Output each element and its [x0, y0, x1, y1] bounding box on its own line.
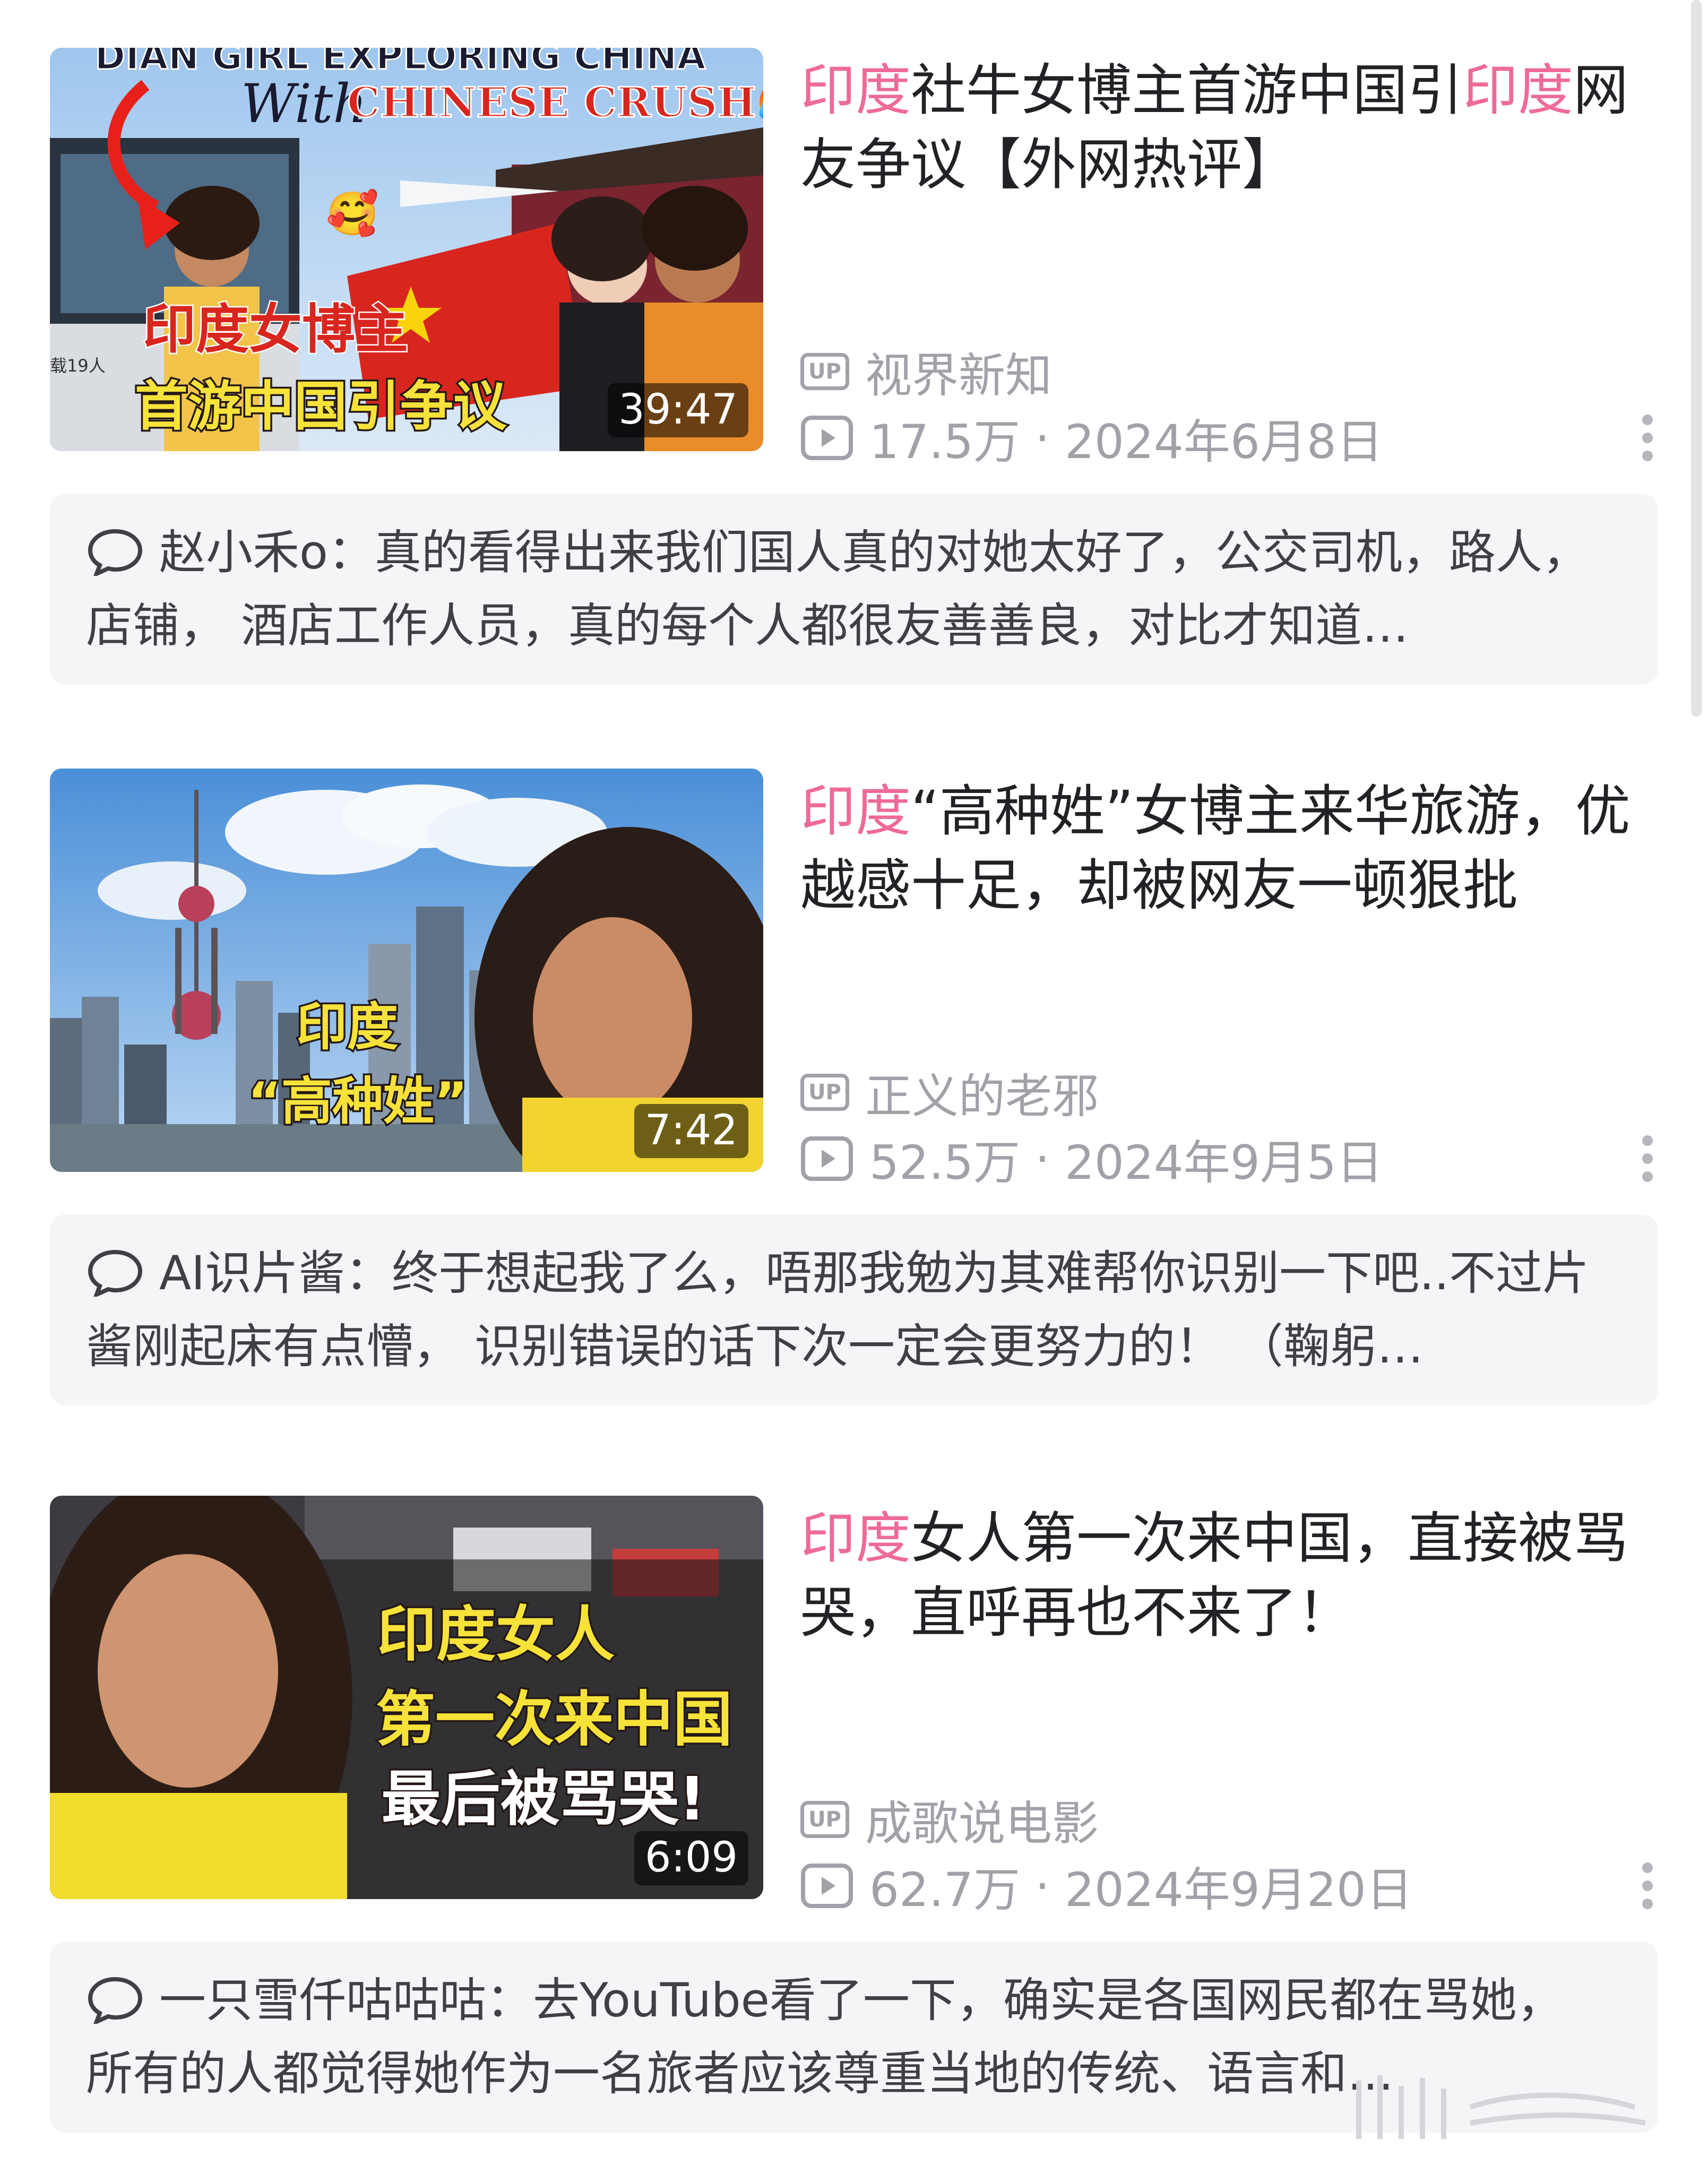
- thumbnail-overlay-line1: 印度女人: [377, 1600, 615, 1669]
- more-options-icon[interactable]: [1637, 1129, 1658, 1188]
- separator: ·: [1034, 410, 1050, 465]
- video-duration: 6:09: [634, 1831, 748, 1885]
- view-count: 52.5万: [869, 1135, 1020, 1190]
- uploader-row[interactable]: UP 视界新知: [800, 342, 1052, 403]
- comment-box[interactable]: AI识片酱：终于想起我了么，唔那我勉为其难帮你识别一下吧..不过片酱刚起床有点懵…: [50, 1214, 1658, 1405]
- thumbnail-top-text: DIAN GIRL EXPLORING CHINA: [94, 48, 705, 78]
- thumbnail-sub-text: CHINESE CRUSH🥵: [347, 79, 763, 127]
- thumbnail-overlay-line1: 印度女博主: [143, 298, 408, 360]
- thumbnail-overlay-line3: 最后被骂哭!: [381, 1765, 705, 1834]
- separator: ·: [1034, 1131, 1050, 1186]
- stats-row: 62.7万 · 2024年9月20日: [800, 1857, 1658, 1917]
- up-icon: UP: [800, 353, 849, 390]
- upload-date: 2024年9月20日: [1064, 1862, 1413, 1917]
- thumbnail-overlay-line1: 印度: [296, 997, 398, 1057]
- comment-text: 赵小禾o：真的看得出来我们国人真的对她太好了，公交司机，路人，店铺， 酒店工作人…: [86, 525, 1589, 653]
- uploader-name: 成歌说电影: [865, 1796, 1099, 1851]
- thumbnail-emoji: 🥰: [326, 188, 379, 238]
- up-icon: UP: [800, 1801, 849, 1838]
- upload-date: 2024年6月8日: [1064, 414, 1383, 469]
- watermark-icon: [1356, 2075, 1646, 2139]
- uploader-name: 视界新知: [865, 348, 1053, 403]
- bus-text: 载19人: [50, 356, 106, 376]
- video-thumbnail[interactable]: 印度 “高种姓” 7:42: [50, 769, 763, 1172]
- thumbnail-overlay-line2: 首游中国引争议: [135, 375, 507, 437]
- more-options-icon[interactable]: [1637, 1857, 1658, 1915]
- video-duration: 7:42: [634, 1104, 748, 1158]
- video-thumbnail[interactable]: DIAN GIRL EXPLORING CHINA With CHINESE C…: [50, 48, 763, 451]
- upload-date: 2024年9月5日: [1064, 1135, 1383, 1190]
- video-thumbnail[interactable]: 印度女人 第一次来中国 最后被骂哭! 6:09: [50, 1496, 763, 1899]
- uploader-row[interactable]: UP 正义的老邪: [800, 1063, 1099, 1124]
- thumbnail-overlay-line2: 第一次来中国: [376, 1685, 732, 1754]
- comment-box[interactable]: 赵小禾o：真的看得出来我们国人真的对她太好了，公交司机，路人，店铺， 酒店工作人…: [50, 494, 1658, 685]
- play-count-icon: [801, 1864, 853, 1908]
- video-title[interactable]: 印度“高种姓”女博主来华旅游，优越感十足，却被网友一顿狠批: [800, 774, 1658, 922]
- play-count-icon: [801, 1136, 853, 1181]
- scrollbar[interactable]: [1691, 0, 1702, 717]
- view-count: 62.7万: [869, 1862, 1020, 1917]
- video-duration: 39:47: [608, 383, 748, 437]
- video-title[interactable]: 印度社牛女博主首游中国引印度网友争议【外网热评】: [800, 53, 1658, 202]
- comment-icon: [88, 1977, 143, 2024]
- comment-text: AI识片酱：终于想起我了么，唔那我勉为其难帮你识别一下吧..不过片酱刚起床有点懵…: [86, 1246, 1590, 1374]
- more-options-icon[interactable]: [1637, 409, 1658, 467]
- stats-row: 52.5万 · 2024年9月5日: [800, 1129, 1658, 1190]
- play-count-icon: [801, 416, 853, 460]
- separator: ·: [1034, 1858, 1050, 1913]
- view-count: 17.5万: [869, 414, 1020, 469]
- uploader-row[interactable]: UP 成歌说电影: [800, 1790, 1099, 1851]
- comment-icon: [88, 1249, 143, 1297]
- up-icon: UP: [800, 1074, 849, 1111]
- comment-icon: [88, 529, 143, 576]
- thumbnail-overlay-line2: “高种姓”: [248, 1072, 468, 1131]
- stats-row: 17.5万 · 2024年6月8日: [800, 409, 1658, 469]
- uploader-name: 正义的老邪: [865, 1068, 1099, 1124]
- video-title[interactable]: 印度女人第一次来中国，直接被骂哭，直呼再也不来了！: [800, 1501, 1658, 1650]
